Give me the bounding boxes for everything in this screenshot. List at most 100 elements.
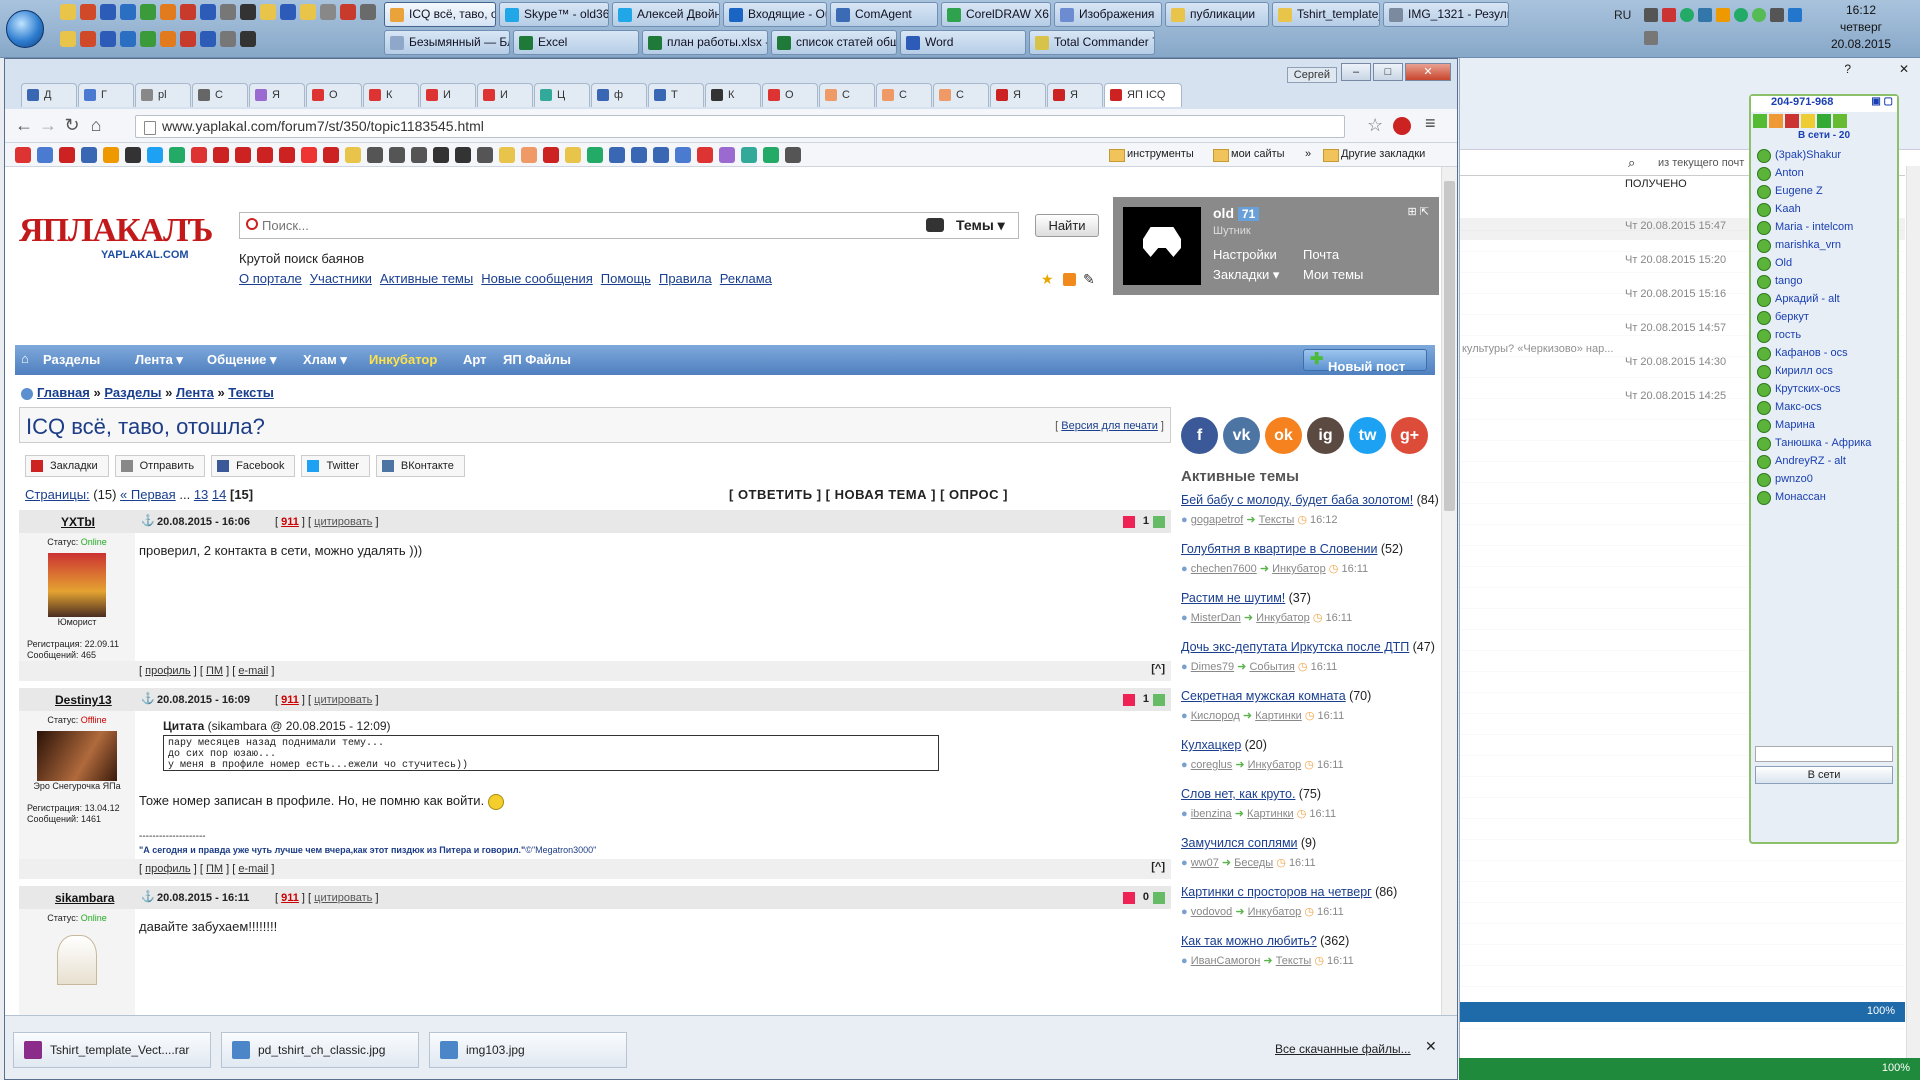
active-topic-link[interactable]: Растим не шутим! (1181, 591, 1285, 605)
browser-tab[interactable]: ЯП ICQ (1104, 83, 1182, 107)
quick-launch-icon[interactable] (120, 30, 136, 47)
active-topic-link[interactable]: Замучился соплями (1181, 836, 1298, 850)
breadcrumb-link[interactable]: Главная (37, 385, 90, 400)
quick-launch-icon[interactable] (220, 30, 236, 47)
icq-contact[interactable]: гость (1751, 326, 1897, 344)
bookmark-icon[interactable] (125, 147, 141, 163)
bookmark-icons[interactable] (15, 147, 801, 163)
bookmark-icon[interactable] (741, 147, 757, 163)
browser-tab[interactable]: С (876, 83, 932, 107)
back-icon[interactable]: ← (13, 115, 35, 136)
icq-contact[interactable]: Марина (1751, 416, 1897, 434)
bookmark-icon[interactable] (499, 147, 515, 163)
active-topic-user[interactable]: Dimes79 (1191, 661, 1234, 673)
bookmarks-more[interactable]: » (1305, 148, 1311, 160)
quick-launch-icon[interactable] (120, 4, 136, 20)
browser-tab[interactable]: Д (21, 83, 77, 107)
tray-icons[interactable] (1644, 8, 1814, 50)
top-link[interactable]: Реклама (720, 271, 772, 286)
quick-launch-icon[interactable] (240, 4, 256, 20)
post-anchor-icon[interactable]: ⚓ (141, 692, 155, 705)
help-icon[interactable]: ? (1844, 62, 1851, 76)
quick-launch-icon[interactable] (300, 4, 316, 20)
new-post-button[interactable]: ✚ Новый пост (1303, 349, 1427, 374)
active-topic-section[interactable]: Картинки (1247, 808, 1294, 820)
downvote-icon[interactable] (1123, 516, 1135, 528)
active-topic-link[interactable]: Картинки с просторов на четверг (1181, 885, 1372, 899)
bookmark-icon[interactable] (59, 147, 75, 163)
quick-launch-icon[interactable] (280, 4, 296, 20)
taskbar-task[interactable]: Tshirt_template_... (1272, 2, 1380, 27)
top-link[interactable]: Помощь (601, 271, 651, 286)
browser-tab[interactable]: Ц (534, 83, 590, 107)
mail-link[interactable]: Почта (1303, 247, 1339, 262)
quick-launch-icon[interactable] (80, 30, 96, 47)
icq-contact[interactable]: Крутских-ocs (1751, 380, 1897, 398)
icq-contact[interactable]: Кирилл ocs (1751, 362, 1897, 380)
active-topic-section[interactable]: Инкубатор (1256, 612, 1310, 624)
bookmark-icon[interactable] (345, 147, 361, 163)
menu-feed[interactable]: Лента ▾ (135, 352, 183, 368)
menu-art[interactable]: Арт (463, 352, 487, 367)
quick-launch-icon[interactable] (160, 4, 176, 20)
post-author[interactable]: YXTbI (61, 515, 95, 529)
quick-launch-icon[interactable] (220, 4, 236, 20)
browser-tab[interactable]: И (477, 83, 533, 107)
share-button[interactable]: Facebook (211, 455, 296, 477)
download-item[interactable]: pd_tshirt_ch_classic.jpg (221, 1032, 419, 1068)
top-link[interactable]: Участники (310, 271, 372, 286)
browser-tab[interactable]: С (933, 83, 989, 107)
breadcrumb-link[interactable]: Тексты (228, 385, 274, 400)
bookmark-icon[interactable] (37, 147, 53, 163)
active-topic-section[interactable]: Тексты (1276, 955, 1312, 967)
bookmark-icon[interactable] (477, 147, 493, 163)
settings-link[interactable]: Настройки (1213, 247, 1277, 262)
bookmark-icon[interactable] (719, 147, 735, 163)
icq-contact[interactable]: Maria - intelcom (1751, 218, 1897, 236)
pm-link[interactable]: ПМ (206, 665, 223, 677)
active-topic-user[interactable]: Кислород (1191, 710, 1240, 722)
active-topic-section[interactable]: Картинки (1255, 710, 1302, 722)
page-link-14[interactable]: 14 (212, 487, 226, 502)
browser-tab[interactable]: Я (1047, 83, 1103, 107)
upvote-icon[interactable] (1153, 694, 1165, 706)
icq-bottom-toolbar[interactable] (1755, 746, 1893, 762)
bookmark-icon[interactable] (191, 147, 207, 163)
bookmark-folder-other[interactable]: Другие закладки (1323, 148, 1425, 162)
active-topic-user[interactable]: chechen7600 (1191, 563, 1257, 575)
active-topic-section[interactable]: Инкубатор (1272, 563, 1326, 575)
icq-window-controls[interactable]: ▣ ▢ (1871, 96, 1893, 107)
top-link[interactable]: Правила (659, 271, 712, 286)
breadcrumb-link[interactable]: Лента (176, 385, 214, 400)
scrollbar-thumb[interactable] (1444, 181, 1455, 511)
bookmarks-link[interactable]: Закладки ▾ (1213, 267, 1279, 283)
downvote-icon[interactable] (1123, 892, 1135, 904)
quick-launch-icon[interactable] (320, 4, 336, 20)
taskbar-task[interactable]: Skype™ - old36rus (499, 2, 609, 27)
menu-incubator[interactable]: Инкубатор (369, 352, 437, 367)
active-topic-user[interactable]: gogapetrof (1191, 514, 1244, 526)
icq-toolbar[interactable] (1751, 112, 1897, 130)
top-link[interactable]: О портале (239, 271, 302, 286)
bookmark-icon[interactable] (411, 147, 427, 163)
taskbar-task[interactable]: IMG_1321 - Результа... (1383, 2, 1509, 27)
active-topic-link[interactable]: Как так можно любить? (1181, 934, 1317, 948)
bookmark-icon[interactable] (587, 147, 603, 163)
user-avatar[interactable] (1123, 207, 1201, 285)
icq-contact[interactable]: Anton (1751, 164, 1897, 182)
profile-link[interactable]: профиль (145, 665, 191, 677)
icq-contact[interactable]: AndreyRZ - alt (1751, 452, 1897, 470)
bookmark-icon[interactable] (653, 147, 669, 163)
active-topic-section[interactable]: Беседы (1234, 857, 1273, 869)
download-item[interactable]: Tshirt_template_Vect....rar (13, 1032, 211, 1068)
bookmark-icon[interactable] (785, 147, 801, 163)
icq-contact[interactable]: Old (1751, 254, 1897, 272)
post-author[interactable]: sikambara (55, 891, 114, 905)
quick-launch-icon[interactable] (100, 30, 116, 47)
downvote-icon[interactable] (1123, 694, 1135, 706)
pages-label[interactable]: Страницы: (25, 487, 90, 502)
favorite-icon[interactable]: ★ (1041, 271, 1054, 288)
browser-tab[interactable]: Т (648, 83, 704, 107)
active-topic-link[interactable]: Кулхацкер (1181, 738, 1241, 752)
profile-link[interactable]: профиль (145, 863, 191, 875)
